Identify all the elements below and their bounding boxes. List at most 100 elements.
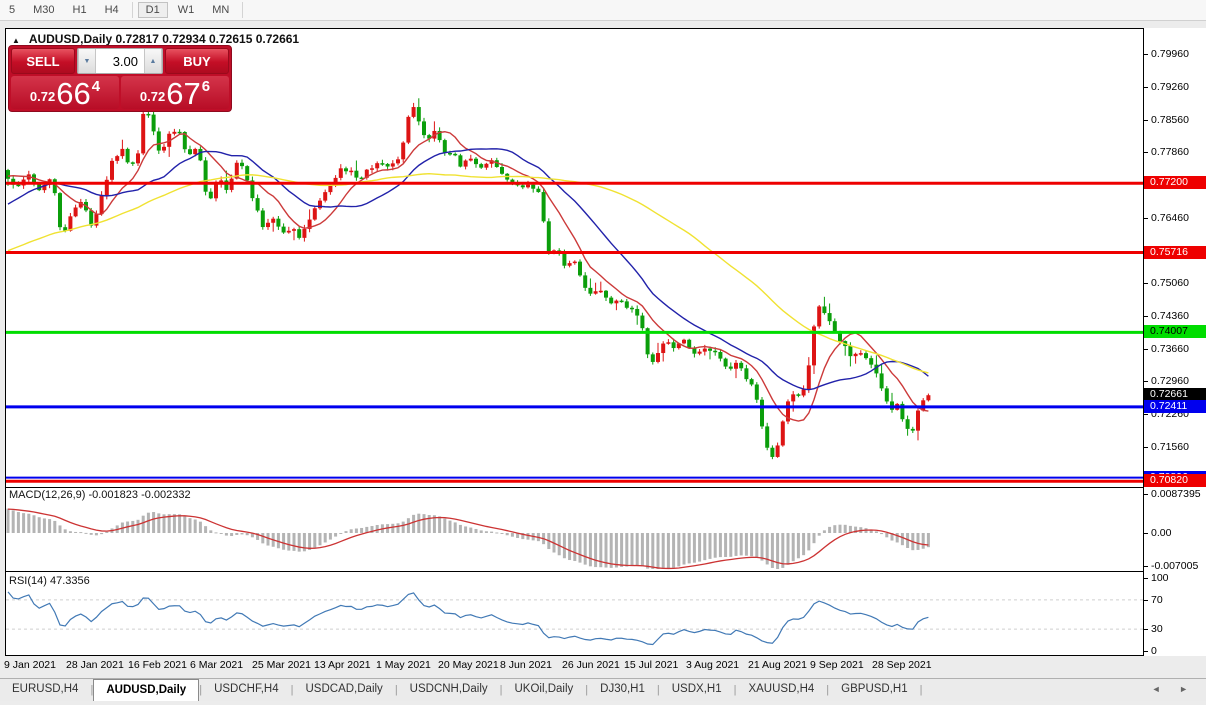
axis-tick bbox=[1144, 381, 1148, 383]
sell-price-prefix: 0.72 bbox=[29, 89, 56, 104]
axis-tick-label: 0.72960 bbox=[1151, 375, 1189, 388]
date-label: 6 Mar 2021 bbox=[190, 659, 244, 671]
axis-tick-label: 0.71560 bbox=[1151, 440, 1189, 453]
axis-tick bbox=[1144, 152, 1148, 154]
sell-price-tile[interactable]: 0.72 66 4 bbox=[11, 76, 119, 109]
axis-tick bbox=[1144, 217, 1148, 219]
date-label: 9 Sep 2021 bbox=[810, 659, 864, 671]
date-label: 3 Aug 2021 bbox=[686, 659, 740, 671]
sell-price-big: 66 bbox=[56, 76, 91, 111]
date-label: 25 Mar 2021 bbox=[252, 659, 311, 671]
volume-input[interactable] bbox=[96, 49, 144, 73]
chart-tab-ukoil-daily[interactable]: UKOil,Daily bbox=[502, 679, 585, 701]
axis-tick bbox=[1144, 413, 1148, 415]
axis-tick bbox=[1144, 348, 1148, 350]
timeframe-button-5[interactable]: 5 bbox=[1, 2, 23, 18]
date-label: 26 Jun 2021 bbox=[562, 659, 620, 671]
collapse-panel-icon[interactable]: ▲ bbox=[12, 36, 20, 45]
open-value: 0.72817 bbox=[115, 32, 159, 46]
axis-tick-label: 0.79960 bbox=[1151, 48, 1189, 61]
tab-scroll-arrows[interactable]: ◄ ► bbox=[1152, 684, 1196, 694]
tab-separator: | bbox=[919, 684, 923, 696]
axis-tick-label: 0.77860 bbox=[1151, 146, 1189, 159]
chart-tab-usdx-h1[interactable]: USDX,H1 bbox=[660, 679, 734, 701]
price-axis[interactable]: 0.79960 0.79260 0.78560 0.77860 0.76460 0.750… bbox=[1144, 28, 1206, 657]
date-label: 28 Jan 2021 bbox=[66, 659, 124, 671]
chart-tab-xauusd-h4[interactable]: XAUUSD,H4 bbox=[736, 679, 826, 701]
axis-tick-label: 100 bbox=[1151, 572, 1169, 584]
axis-tick-label: -0.007005 bbox=[1151, 560, 1199, 572]
buy-price-prefix: 0.72 bbox=[139, 89, 166, 104]
volume-decrease-button[interactable]: ▼ bbox=[78, 49, 96, 73]
low-value: 0.72615 bbox=[208, 32, 253, 46]
axis-tick bbox=[1144, 86, 1148, 88]
axis-tick-label: 0.78560 bbox=[1151, 113, 1189, 126]
toolbar-separator bbox=[242, 2, 244, 18]
timeframe-button-d1[interactable]: D1 bbox=[137, 2, 168, 18]
axis-tick bbox=[1144, 651, 1148, 652]
axis-tick bbox=[1144, 566, 1148, 567]
buy-price-big: 67 bbox=[166, 76, 201, 111]
date-label: 21 Aug 2021 bbox=[748, 659, 807, 671]
axis-tick-label: 0.75060 bbox=[1151, 277, 1189, 290]
chart-tab-usdcad-daily[interactable]: USDCAD,Daily bbox=[293, 679, 394, 701]
date-label: 15 Jul 2021 bbox=[624, 659, 679, 671]
axis-tick bbox=[1144, 283, 1148, 285]
price-badge: 0.75716 bbox=[1144, 245, 1206, 259]
chart-tab-eurusd-h4[interactable]: EURUSD,H4 bbox=[0, 679, 90, 701]
chart-tab-dj30-h1[interactable]: DJ30,H1 bbox=[588, 679, 657, 701]
ohlc-header: ▲ AUDUSD,Daily 0.72817 0.72934 0.72615 0… bbox=[12, 32, 299, 46]
one-click-trade-panel: SELL ▼ ▲ BUY 0.72 66 4 0.72 67 6 bbox=[8, 45, 232, 112]
axis-tick-label: 0.73660 bbox=[1151, 342, 1189, 355]
axis-tick bbox=[1144, 578, 1148, 579]
chart-tab-gbpusd-h1[interactable]: GBPUSD,H1 bbox=[829, 679, 919, 701]
axis-tick bbox=[1144, 494, 1148, 495]
chart-tab-bar: EURUSD,H4 | AUDUSD,Daily | USDCHF,H4 | USDCAD,… bbox=[0, 678, 1206, 701]
close-value: 0.72661 bbox=[255, 32, 300, 46]
date-label: 16 Feb 2021 bbox=[128, 659, 187, 671]
buy-price-pip: 6 bbox=[201, 78, 211, 95]
timeframe-button-m30[interactable]: M30 bbox=[25, 2, 62, 18]
sell-button[interactable]: SELL bbox=[11, 48, 75, 74]
price-badge: 0.77200 bbox=[1144, 176, 1206, 190]
date-label: 8 Jun 2021 bbox=[500, 659, 552, 671]
sell-price-pip: 4 bbox=[91, 78, 101, 95]
timeframe-button-h1[interactable]: H1 bbox=[65, 2, 95, 18]
axis-tick bbox=[1144, 599, 1148, 601]
price-badge: 0.72411 bbox=[1144, 399, 1206, 413]
timeframe-toolbar: 5 M30 H1 H4 D1 W1 MN bbox=[0, 0, 1206, 21]
volume-stepper: ▼ ▲ bbox=[77, 48, 163, 74]
chart-tab-usdchf-h4[interactable]: USDCHF,H4 bbox=[202, 679, 291, 701]
price-badge: 0.74007 bbox=[1144, 325, 1206, 339]
macd-label: MACD(12,26,9) -0.001823 -0.002332 bbox=[9, 489, 191, 501]
axis-tick bbox=[1144, 315, 1148, 317]
chart-tab-usdcnh-daily[interactable]: USDCNH,Daily bbox=[398, 679, 500, 701]
axis-tick bbox=[1144, 54, 1148, 56]
axis-tick-label: 0.00 bbox=[1151, 527, 1172, 539]
axis-tick-label: 0.74360 bbox=[1151, 309, 1189, 322]
price-badge: 0.70820 bbox=[1144, 474, 1206, 488]
chart-plot-area[interactable]: ▲ AUDUSD,Daily 0.72817 0.72934 0.72615 0… bbox=[5, 28, 1144, 656]
date-label: 1 May 2021 bbox=[376, 659, 431, 671]
date-label: 9 Jan 2021 bbox=[4, 659, 56, 671]
toolbar-separator bbox=[131, 2, 133, 18]
axis-tick-label: 0.0087395 bbox=[1151, 488, 1201, 500]
date-label: 28 Sep 2021 bbox=[872, 659, 932, 671]
timeframe-button-w1[interactable]: W1 bbox=[170, 2, 203, 18]
buy-button[interactable]: BUY bbox=[165, 48, 229, 74]
axis-tick bbox=[1144, 119, 1148, 121]
timeframe-button-mn[interactable]: MN bbox=[204, 2, 237, 18]
date-label: 20 May 2021 bbox=[438, 659, 499, 671]
timeframe-button-h4[interactable]: H4 bbox=[97, 2, 127, 18]
time-axis[interactable]: 9 Jan 2021 28 Jan 2021 16 Feb 2021 6 Mar 20… bbox=[4, 657, 1144, 676]
buy-price-tile[interactable]: 0.72 67 6 bbox=[121, 76, 229, 109]
axis-tick bbox=[1144, 629, 1148, 631]
chart-tab-audusd-daily[interactable]: AUDUSD,Daily bbox=[93, 679, 200, 701]
symbol-period-label: AUDUSD,Daily bbox=[28, 32, 113, 46]
axis-tick-label: 0 bbox=[1151, 645, 1157, 657]
axis-tick-label: 0.76460 bbox=[1151, 211, 1189, 224]
axis-tick-label: 30 bbox=[1151, 623, 1163, 636]
axis-tick bbox=[1144, 446, 1148, 448]
date-label: 13 Apr 2021 bbox=[314, 659, 371, 671]
volume-increase-button[interactable]: ▲ bbox=[144, 49, 162, 73]
